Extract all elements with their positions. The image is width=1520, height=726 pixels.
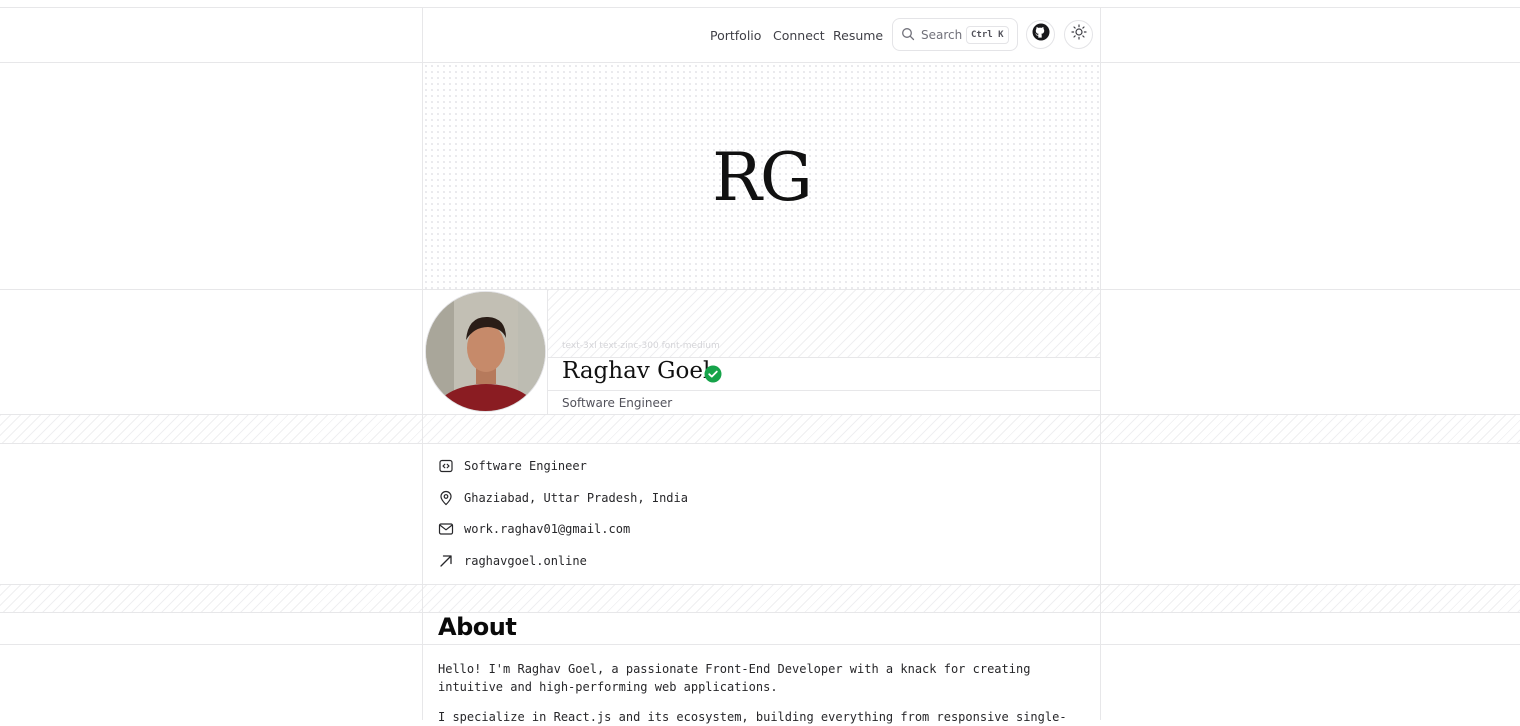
about-heading: About (438, 613, 517, 641)
arrow-up-right-icon (438, 553, 454, 574)
divider (0, 443, 1520, 444)
top-nav: Portfolio Connect Resume Search Ctrl K (423, 8, 1100, 63)
nav-link-connect[interactable]: Connect (773, 28, 825, 43)
divider (0, 584, 1520, 585)
sun-icon (1070, 24, 1087, 45)
github-button[interactable] (1026, 20, 1055, 49)
search-placeholder: Search (921, 28, 963, 42)
about-paragraph: I specialize in React.js and its ecosyst… (438, 710, 1067, 724)
divider (0, 644, 1520, 645)
theme-toggle-button[interactable] (1064, 20, 1093, 49)
nav-link-portfolio[interactable]: Portfolio (710, 28, 761, 43)
divider (0, 612, 1520, 613)
avatar (425, 291, 546, 412)
shortcut-badge: Ctrl K (966, 26, 1009, 44)
search-icon (901, 27, 915, 46)
profile-name: Raghav Goel (562, 358, 711, 384)
mail-icon (438, 521, 454, 542)
nav-link-resume[interactable]: Resume (833, 28, 883, 43)
hatch-band (0, 585, 1520, 613)
column-border (1100, 8, 1101, 720)
github-icon (1032, 23, 1050, 46)
hero-banner: RG (423, 63, 1100, 289)
email-link[interactable]: work.raghav01@gmail.com (464, 522, 630, 536)
info-text: Software Engineer (464, 459, 587, 473)
info-text: Ghaziabad, Uttar Pradesh, India (464, 491, 688, 505)
profile-role: Software Engineer (562, 396, 673, 410)
map-pin-icon (438, 490, 454, 511)
divider (0, 414, 1520, 415)
code-icon (438, 458, 454, 479)
verified-badge-icon (704, 365, 722, 388)
website-link[interactable]: raghavgoel.online (464, 554, 587, 568)
class-name-note: text-3xl text-zinc-300 font-medium (562, 341, 720, 351)
column-border (547, 290, 548, 414)
divider (548, 390, 1100, 391)
about-paragraph: Hello! I'm Raghav Goel, a passionate Fro… (438, 662, 1031, 694)
search-button[interactable]: Search Ctrl K (892, 18, 1018, 51)
monogram-logo: RG (712, 139, 812, 216)
hatch-band (0, 415, 1520, 443)
